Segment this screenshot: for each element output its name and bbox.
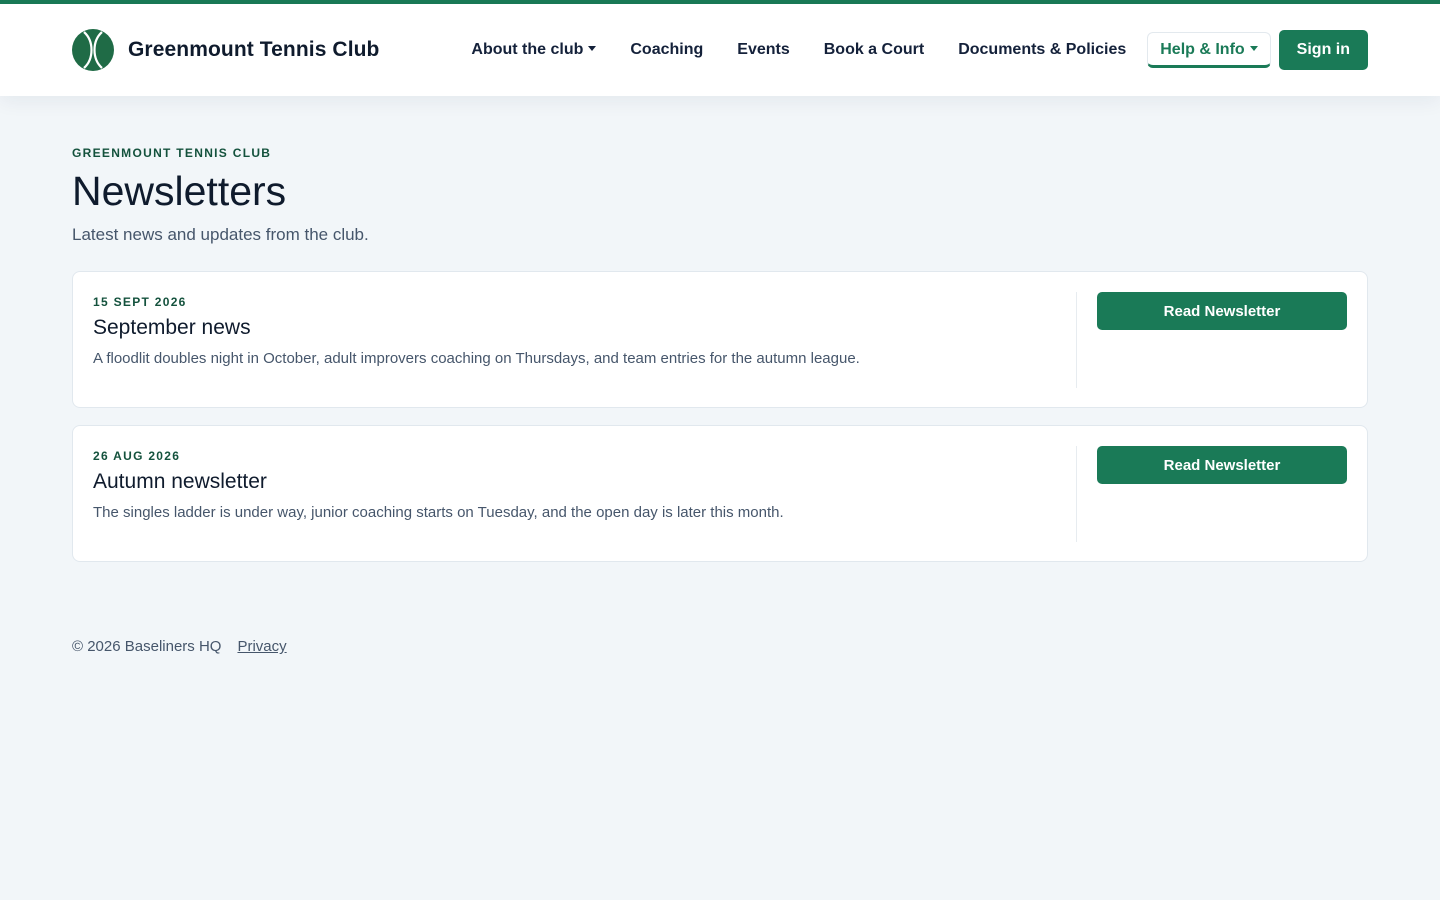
newsletter-list: 15 SEPT 2026 September news A floodlit d…	[72, 271, 1368, 563]
nav-about-the-club[interactable]: About the club	[458, 31, 609, 69]
tennis-ball-icon	[72, 29, 114, 71]
main-content: GREENMOUNT TENNIS CLUB Newsletters Lates…	[0, 96, 1440, 563]
newsletter-date: 26 AUG 2026	[93, 449, 181, 464]
nav-documents-policies[interactable]: Documents & Policies	[945, 31, 1139, 69]
newsletter-card-actions: Read Newsletter	[1077, 292, 1347, 387]
nav-book-a-court[interactable]: Book a Court	[811, 31, 937, 69]
read-newsletter-button[interactable]: Read Newsletter	[1097, 446, 1347, 485]
newsletter-date: 15 SEPT 2026	[93, 295, 187, 310]
newsletter-summary: A floodlit doubles night in October, adu…	[93, 350, 860, 368]
newsletter-title: September news	[93, 316, 251, 340]
newsletter-card: 15 SEPT 2026 September news A floodlit d…	[72, 271, 1368, 409]
nav-events[interactable]: Events	[724, 31, 802, 69]
newsletter-card-body: 26 AUG 2026 Autumn newsletter The single…	[93, 446, 1077, 543]
privacy-link[interactable]: Privacy	[237, 638, 286, 655]
newsletter-card: 26 AUG 2026 Autumn newsletter The single…	[72, 425, 1368, 563]
site-footer: © 2026 Baseliners HQ Privacy	[0, 562, 1440, 655]
brand-home-link[interactable]: Greenmount Tennis Club	[72, 29, 379, 71]
footer-copyright: © 2026 Baseliners HQ	[72, 638, 222, 656]
page-subtitle: Latest news and updates from the club.	[72, 225, 369, 245]
nav-help-info[interactable]: Help & Info	[1147, 32, 1271, 68]
brand-name: Greenmount Tennis Club	[128, 38, 380, 61]
main-nav: About the club Coaching Events Book a Co…	[458, 30, 1368, 70]
nav-label: Help & Info	[1160, 41, 1245, 58]
chevron-down-icon	[588, 46, 597, 51]
sign-in-button[interactable]: Sign in	[1278, 30, 1368, 70]
nav-coaching[interactable]: Coaching	[617, 31, 716, 69]
newsletter-card-body: 15 SEPT 2026 September news A floodlit d…	[93, 292, 1077, 389]
page-title: Newsletters	[72, 168, 287, 214]
newsletter-card-actions: Read Newsletter	[1077, 446, 1347, 541]
nav-label: About the club	[471, 41, 584, 58]
read-newsletter-button[interactable]: Read Newsletter	[1097, 292, 1347, 331]
page-eyebrow: GREENMOUNT TENNIS CLUB	[72, 146, 272, 160]
newsletter-title: Autumn newsletter	[93, 470, 267, 494]
newsletter-summary: The singles ladder is under way, junior …	[93, 504, 784, 522]
site-header: Greenmount Tennis Club About the club Co…	[0, 4, 1440, 96]
chevron-down-icon	[1249, 46, 1258, 51]
